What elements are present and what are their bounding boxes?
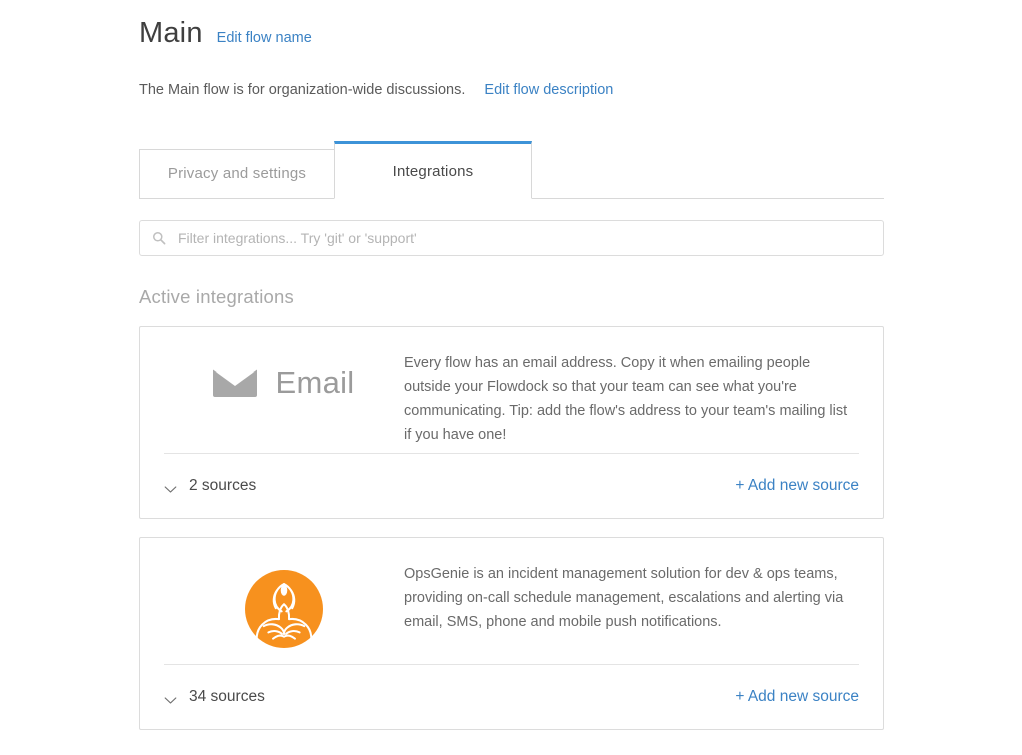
integration-name-email: Email <box>275 364 355 400</box>
integration-card-email: Email Every flow has an email address. C… <box>139 325 884 519</box>
flow-header: Main Edit flow name <box>139 0 884 50</box>
integration-description-opsgenie: OpsGenie is an incident management solut… <box>404 565 844 630</box>
search-input[interactable] <box>176 228 871 247</box>
integration-card-body: Email Every flow has an email address. C… <box>140 327 883 453</box>
add-new-source-link-opsgenie[interactable]: + Add new source <box>735 688 859 706</box>
integration-card-opsgenie: OpsGenie is an incident management solut… <box>139 536 884 730</box>
chevron-down-icon <box>164 692 177 704</box>
page-title: Main <box>139 17 203 49</box>
edit-flow-name-link[interactable]: Edit flow name <box>217 30 312 46</box>
envelope-icon <box>213 366 258 399</box>
integration-logo-area <box>164 560 404 648</box>
tab-integrations[interactable]: Integrations <box>334 140 532 199</box>
integration-card-footer: 34 sources + Add new source <box>164 663 859 729</box>
sources-count-label-opsgenie: 34 sources <box>189 687 265 705</box>
add-new-source-link-email[interactable]: + Add new source <box>735 477 859 495</box>
email-branding: Email <box>213 365 354 401</box>
chevron-down-icon <box>164 481 177 493</box>
integration-logo-area: Email <box>164 349 404 401</box>
sources-toggle-email[interactable]: 2 sources <box>164 477 256 495</box>
flow-settings-page: Main Edit flow name The Main flow is for… <box>139 0 884 730</box>
integration-card-body: OpsGenie is an incident management solut… <box>140 538 883 664</box>
integration-description-email: Every flow has an email address. Copy it… <box>404 354 848 443</box>
integration-card-footer: 2 sources + Add new source <box>164 452 859 518</box>
opsgenie-logo-icon <box>245 569 323 648</box>
filter-integrations-box[interactable] <box>139 219 884 256</box>
tab-privacy-and-settings[interactable]: Privacy and settings <box>139 148 335 199</box>
flow-description-row: The Main flow is for organization-wide d… <box>139 82 884 98</box>
tabs-container: Privacy and settings Integrations <box>139 140 884 199</box>
tab-list: Privacy and settings Integrations <box>139 140 884 199</box>
flow-description-text: The Main flow is for organization-wide d… <box>139 81 466 98</box>
sources-count-label-email: 2 sources <box>189 476 257 494</box>
sources-toggle-opsgenie[interactable]: 34 sources <box>164 688 265 706</box>
edit-flow-description-link[interactable]: Edit flow description <box>484 82 613 98</box>
search-icon <box>152 231 166 245</box>
active-integrations-heading: Active integrations <box>139 285 294 307</box>
